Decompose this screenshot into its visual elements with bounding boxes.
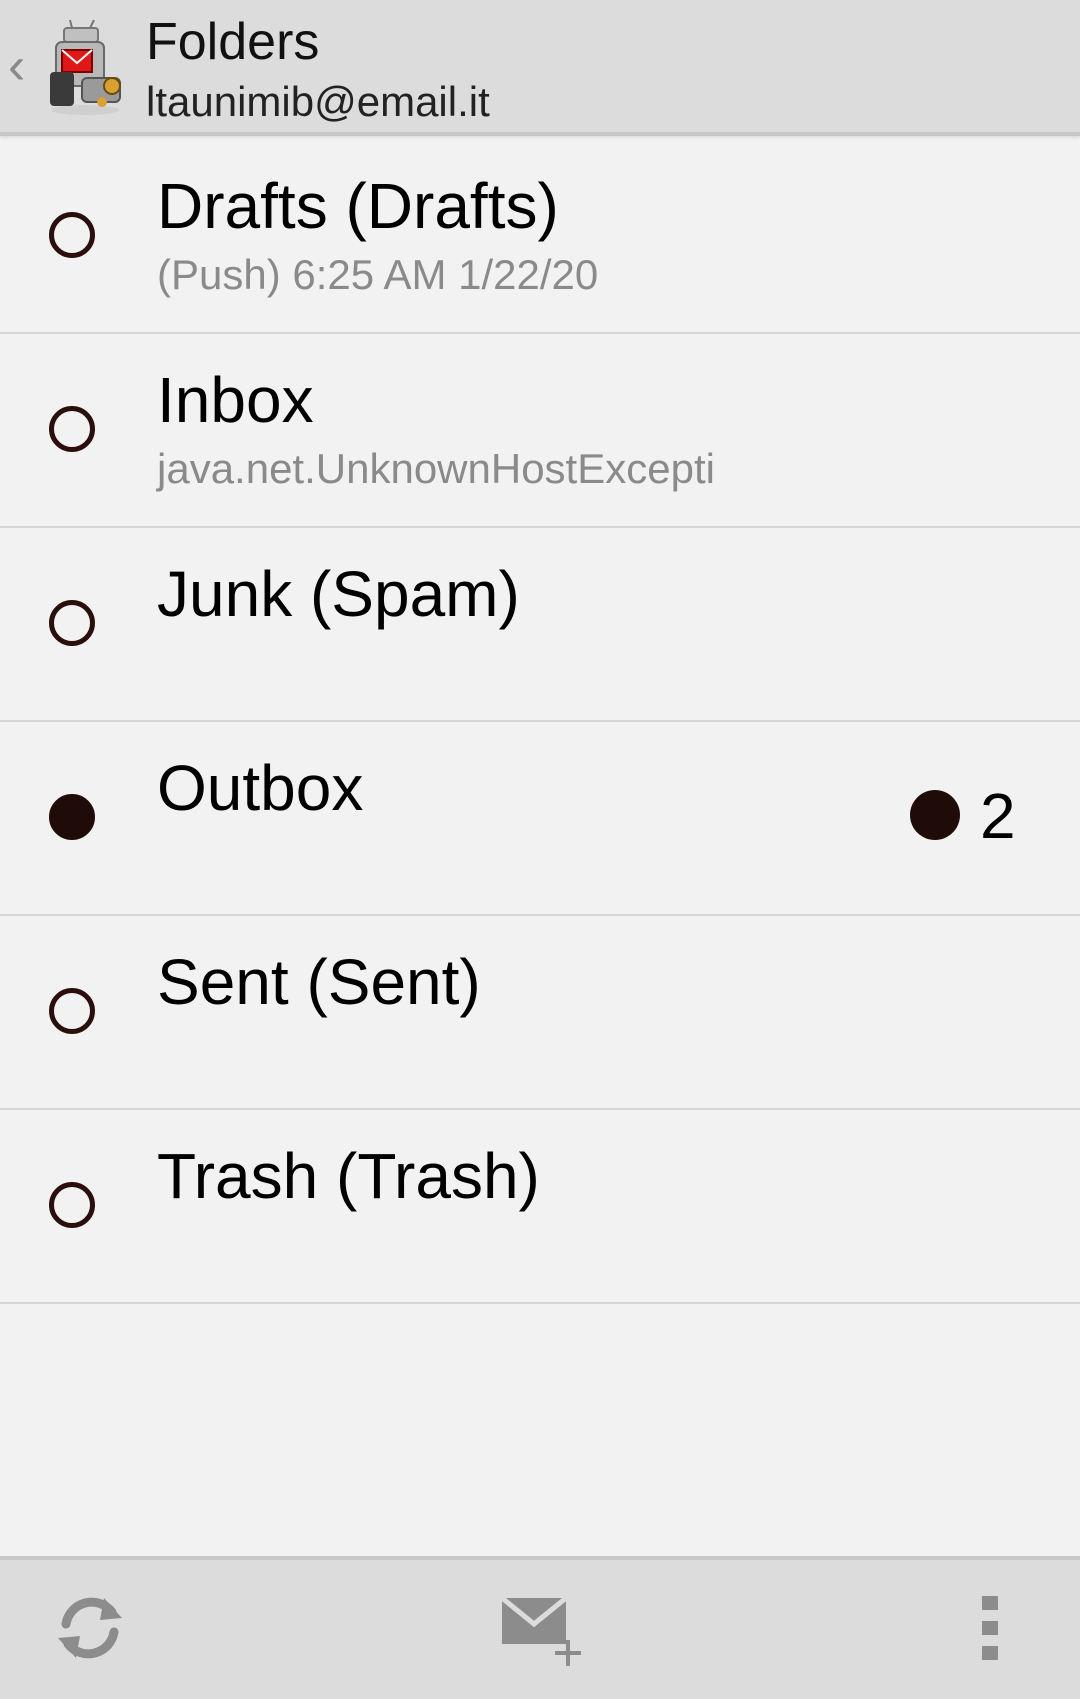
compose-button[interactable] [480,1578,600,1678]
folder-row-trash[interactable]: Trash (Trash) [0,1110,1080,1304]
compose-mail-icon [500,1596,581,1666]
k9-mail-robot-icon[interactable] [42,19,128,116]
folder-name: Inbox [157,364,314,436]
page-title: Folders [146,13,320,71]
folder-status: (Push) 6:25 AM 1/22/20 [157,251,599,298]
bottom-toolbar [0,1556,1080,1699]
account-email: ltaunimib@email.it [146,78,490,125]
unread-indicator-filled-icon [49,794,95,840]
unread-indicator-icon [49,212,95,258]
unread-indicator-icon [49,406,95,452]
app-screen: ‹ Folders ltaunimib@email.it Drafts (Dra [0,0,1080,1699]
folder-name: Drafts (Drafts) [157,170,559,242]
action-bar: ‹ Folders ltaunimib@email.it [0,0,1080,136]
message-count: 2 [980,780,1016,852]
folder-name: Trash (Trash) [157,1140,540,1212]
overflow-menu-button[interactable] [930,1578,1050,1678]
folder-row-junk[interactable]: Junk (Spam) [0,528,1080,722]
pending-messages-icon [910,790,960,840]
unread-indicator-icon [49,1182,95,1228]
folder-name: Junk (Spam) [157,558,520,630]
folder-name: Outbox [157,752,364,824]
chevron-left-icon[interactable]: ‹ [8,38,25,94]
folder-status: java.net.UnknownHostExcepti [157,445,715,492]
refresh-icon [58,1597,122,1659]
folder-list: Drafts (Drafts) (Push) 6:25 AM 1/22/20 I… [0,140,1080,1304]
folder-row-inbox[interactable]: Inbox java.net.UnknownHostExcepti [0,334,1080,528]
unread-indicator-icon [49,988,95,1034]
folder-row-drafts[interactable]: Drafts (Drafts) (Push) 6:25 AM 1/22/20 [0,140,1080,334]
folder-name: Sent (Sent) [157,946,481,1018]
refresh-button[interactable] [30,1578,150,1678]
folder-row-sent[interactable]: Sent (Sent) [0,916,1080,1110]
unread-indicator-icon [49,600,95,646]
overflow-menu-icon [982,1596,998,1660]
folder-row-outbox[interactable]: Outbox 2 [0,722,1080,916]
